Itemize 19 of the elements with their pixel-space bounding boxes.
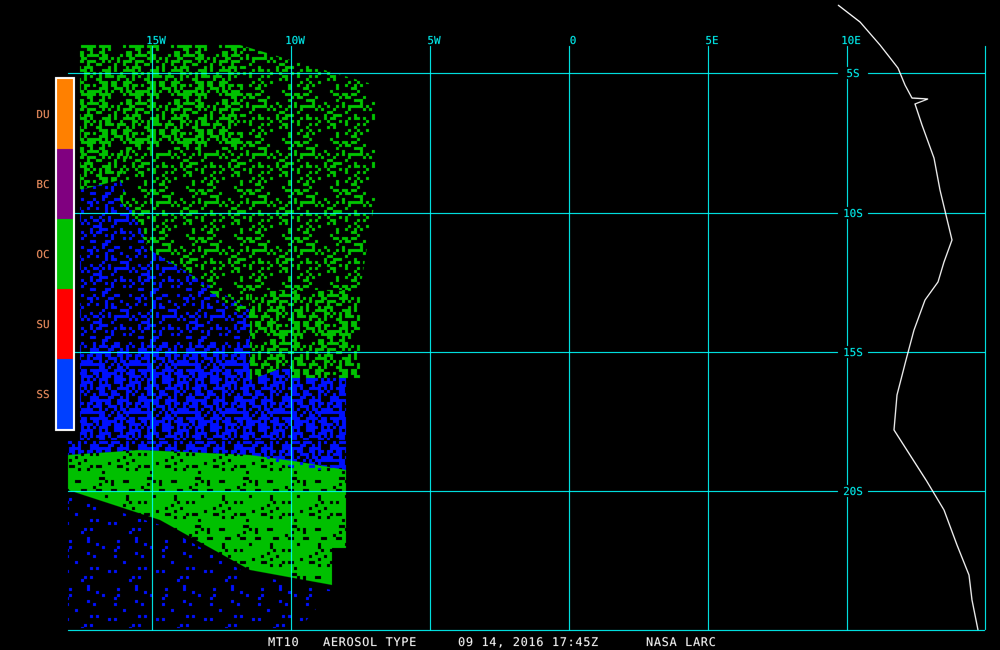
legend-label: OC xyxy=(36,248,50,261)
longitude-label: 5E xyxy=(705,34,719,47)
caption-text: 09 14, 2016 17:45Z xyxy=(458,635,599,649)
caption-text: AEROSOL TYPE xyxy=(323,635,417,649)
latitude-label: 10S xyxy=(843,207,863,220)
longitude-label: 5W xyxy=(427,34,441,47)
legend-label: DU xyxy=(36,108,50,121)
legend-label: SS xyxy=(36,388,50,401)
longitude-label: 10W xyxy=(285,34,305,47)
longitude-label: 0 xyxy=(570,34,576,47)
latitude-label: 15S xyxy=(843,346,863,359)
longitude-label: 15W xyxy=(146,34,166,47)
latitude-label: 20S xyxy=(843,485,863,498)
latitude-label: 5S xyxy=(846,67,860,80)
longitude-label: 10E xyxy=(841,34,861,47)
caption-text: NASA LARC xyxy=(646,635,716,649)
caption-text: MT10 xyxy=(268,635,300,649)
legend-label: SU xyxy=(36,318,50,331)
legend-label: BC xyxy=(36,178,50,191)
